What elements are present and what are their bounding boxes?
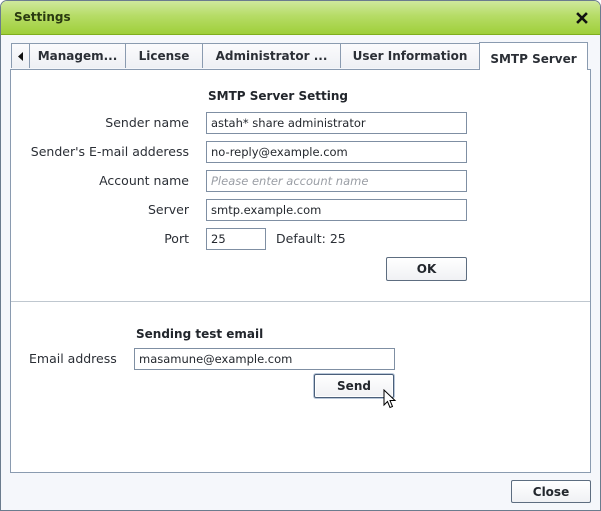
email-address-label: Email address — [29, 351, 117, 366]
tab-label: Administrator ... — [215, 49, 328, 63]
tab-smtp-server[interactable]: SMTP Server — [479, 42, 588, 70]
section-divider — [11, 301, 590, 302]
smtp-settings-panel: SMTP Server Setting Sender name Sender's… — [10, 69, 591, 473]
tab-scroll-left-button[interactable] — [11, 43, 30, 68]
port-default-hint: Default: 25 — [276, 231, 346, 246]
tab-bar: Managem... License Administrator ... Use… — [11, 42, 591, 70]
port-label: Port — [164, 231, 189, 246]
tab-label: Managem... — [37, 49, 118, 63]
test-email-section-title: Sending test email — [136, 327, 264, 341]
account-name-label: Account name — [99, 173, 189, 188]
title-bar[interactable]: Settings — [1, 1, 600, 35]
test-email-input[interactable] — [134, 348, 395, 370]
sender-name-input[interactable] — [206, 112, 467, 134]
sender-email-label: Sender's E-mail adderess — [30, 144, 189, 159]
settings-dialog: Settings Managem... License Administrato… — [0, 0, 601, 511]
port-input[interactable] — [206, 228, 266, 250]
tab-label: SMTP Server — [490, 51, 577, 66]
sender-email-input[interactable] — [206, 141, 467, 163]
ok-button[interactable]: OK — [386, 257, 467, 281]
tab-user-information[interactable]: User Information — [340, 43, 480, 68]
tab-management[interactable]: Managem... — [29, 43, 126, 68]
tab-label: License — [138, 49, 190, 63]
tab-label: User Information — [352, 49, 468, 63]
smtp-section-title: SMTP Server Setting — [208, 89, 348, 103]
server-label: Server — [148, 202, 189, 217]
dialog-title: Settings — [14, 10, 71, 24]
close-icon[interactable] — [576, 7, 588, 29]
close-button[interactable]: Close — [511, 480, 591, 503]
tab-license[interactable]: License — [125, 43, 203, 68]
account-name-input[interactable] — [206, 170, 467, 192]
send-button[interactable]: Send — [314, 374, 394, 398]
triangle-left-icon — [17, 51, 23, 61]
tab-administrator[interactable]: Administrator ... — [202, 43, 341, 68]
server-input[interactable] — [206, 199, 467, 221]
sender-name-label: Sender name — [105, 115, 189, 130]
